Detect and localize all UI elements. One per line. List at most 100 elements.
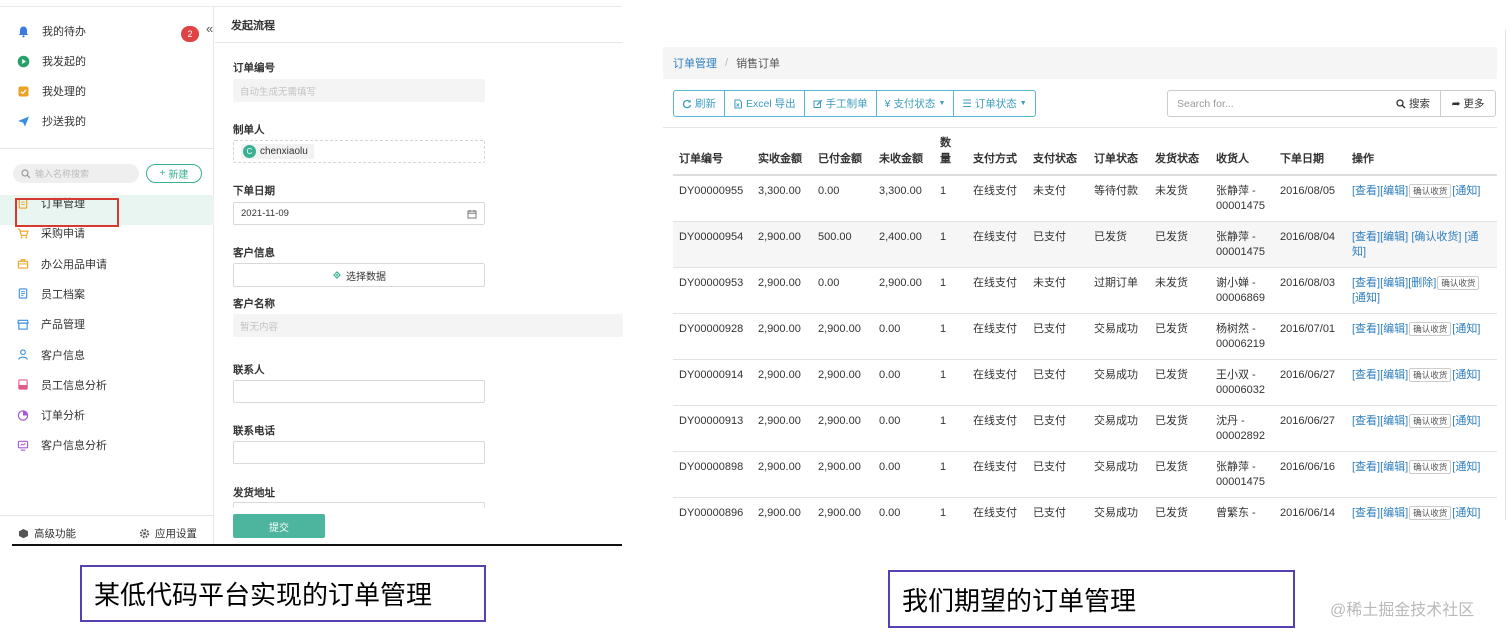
more-button[interactable]: ➦ 更多 bbox=[1440, 90, 1496, 117]
search-button[interactable]: 搜索 bbox=[1386, 90, 1441, 117]
pie-icon bbox=[17, 409, 29, 421]
app-settings-label: 应用设置 bbox=[155, 528, 197, 540]
cell-actions: [查看][编辑] 确认收货 [通知] bbox=[1346, 496, 1497, 543]
confirm-receipt-button[interactable]: 确认收货 bbox=[1437, 275, 1480, 290]
share-arrow-icon: ➦ bbox=[1451, 97, 1461, 110]
nav-item-2[interactable]: 我发起的 bbox=[16, 50, 86, 72]
edit-link[interactable]: [编辑] bbox=[1380, 231, 1408, 243]
submit-button[interactable]: 提交 bbox=[233, 514, 325, 538]
notify-link[interactable]: [通知] bbox=[1452, 461, 1480, 473]
edit-link[interactable]: [编辑] bbox=[1380, 277, 1408, 289]
order-search-input[interactable]: Search for... bbox=[1167, 90, 1387, 117]
cell-id: DY00000955 bbox=[673, 174, 752, 221]
notify-link[interactable]: [通知] bbox=[1452, 185, 1480, 197]
view-link[interactable]: [查看] bbox=[1352, 415, 1380, 427]
menu-item-8[interactable]: 订单分析 bbox=[17, 404, 213, 426]
advanced-features-button[interactable]: 高级功能 bbox=[18, 526, 76, 541]
view-link[interactable]: [查看] bbox=[1352, 369, 1380, 381]
cell-receiver: 曾繁东 - bbox=[1210, 496, 1274, 543]
nav-item-1[interactable]: 我的待办 bbox=[16, 20, 86, 42]
view-link[interactable]: [查看] bbox=[1352, 231, 1380, 243]
menu-search-input[interactable]: 输入名称搜索 bbox=[13, 164, 139, 183]
cell-unpaid: 0.00 bbox=[873, 358, 934, 405]
cell-status: 已发货 bbox=[1088, 220, 1149, 267]
refresh-button[interactable]: 刷新 bbox=[673, 90, 725, 117]
table-row: DY00000953 2,900.00 0.00 2,900.00 1 在线支付 未支付 过期… bbox=[673, 266, 1497, 313]
cell-status: 交易成功 bbox=[1088, 496, 1149, 543]
menu-item-3[interactable]: 办公用品申请 bbox=[17, 253, 213, 275]
confirm-receipt-button[interactable]: 确认收货 bbox=[1409, 413, 1452, 428]
cell-date: 2016/06/27 bbox=[1274, 404, 1346, 451]
view-link[interactable]: [查看] bbox=[1352, 461, 1380, 473]
edit-link[interactable]: [编辑] bbox=[1380, 323, 1408, 335]
cell-method: 在线支付 bbox=[967, 174, 1027, 221]
nav-item-4[interactable]: 抄送我的 bbox=[16, 110, 86, 132]
order-date-field[interactable]: 2021-11-09 bbox=[233, 202, 485, 225]
menu-item-4[interactable]: 员工档案 bbox=[17, 283, 213, 305]
refresh-icon bbox=[682, 99, 692, 108]
nav-item-3[interactable]: 我处理的 bbox=[16, 80, 86, 102]
breadcrumb-sales-orders: 销售订单 bbox=[736, 58, 781, 70]
confirm-receipt-button[interactable]: 确认收货 bbox=[1409, 367, 1452, 382]
cell-received: 2,900.00 bbox=[752, 404, 812, 451]
expected-order-app: 订单管理 / 销售订单 刷新 Excel 导出 手工制单 ¥ 支付状态 ▼ ☰ … bbox=[663, 47, 1512, 543]
cell-actions: [查看][编辑] 确认收货 [通知] bbox=[1346, 174, 1497, 221]
new-button[interactable]: + 新建 bbox=[146, 164, 202, 183]
menu-item-label: 订单分析 bbox=[41, 410, 85, 423]
view-link[interactable]: [查看] bbox=[1352, 185, 1380, 197]
cell-qty: 1 bbox=[934, 450, 967, 497]
confirm-receipt-button[interactable]: 确认收货 bbox=[1409, 321, 1452, 336]
confirm-receipt-button[interactable]: 确认收货 bbox=[1409, 184, 1452, 198]
confirm-receipt-link[interactable]: [确认收货] bbox=[1411, 231, 1461, 243]
calendar-icon bbox=[467, 209, 477, 218]
cell-receiver: 张静萍 - 00001475 bbox=[1210, 220, 1274, 267]
select-data-button[interactable]: 选择数据 bbox=[233, 263, 485, 287]
menu-item-9[interactable]: 客户信息分析 bbox=[17, 434, 213, 456]
edit-link[interactable]: [编辑] bbox=[1380, 369, 1408, 381]
manual-order-button[interactable]: 手工制单 bbox=[804, 90, 877, 117]
excel-export-button[interactable]: Excel 导出 bbox=[725, 90, 805, 117]
delete-link[interactable]: [删除] bbox=[1408, 277, 1436, 289]
contact-input[interactable] bbox=[233, 380, 485, 403]
notify-link[interactable]: [通知] bbox=[1452, 323, 1480, 335]
cell-receiver: 张静萍 - 00001475 bbox=[1210, 450, 1274, 497]
menu-item-7[interactable]: 员工信息分析 bbox=[17, 374, 213, 396]
edit-link[interactable]: [编辑] bbox=[1380, 461, 1408, 473]
phone-input[interactable] bbox=[233, 441, 485, 464]
view-link[interactable]: [查看] bbox=[1352, 323, 1380, 335]
notify-link[interactable]: [通知] bbox=[1352, 292, 1380, 304]
order-status-dropdown[interactable]: ☰ 订单状态 ▼ bbox=[954, 90, 1036, 117]
breadcrumb-order-management[interactable]: 订单管理 bbox=[673, 55, 717, 71]
cell-qty: 1 bbox=[934, 358, 967, 405]
edit-link[interactable]: [编辑] bbox=[1380, 507, 1408, 519]
column-header: 数量 bbox=[934, 133, 967, 176]
order-no-label: 订单编号 bbox=[233, 62, 275, 74]
creator-field[interactable]: C chenxiaolu bbox=[233, 140, 485, 163]
cell-pay: 已支付 bbox=[1027, 496, 1088, 543]
nav-item-label: 抄送我的 bbox=[42, 116, 86, 128]
cell-receiver: 谢小婵 - 00006869 bbox=[1210, 266, 1274, 313]
notify-link[interactable]: [通知] bbox=[1452, 507, 1480, 519]
view-link[interactable]: [查看] bbox=[1352, 277, 1380, 289]
pay-status-dropdown[interactable]: ¥ 支付状态 ▼ bbox=[876, 90, 955, 117]
creator-avatar: C bbox=[243, 145, 256, 158]
notify-link[interactable]: [通知] bbox=[1452, 415, 1480, 427]
menu-item-label: 客户信息 bbox=[41, 349, 85, 362]
view-link[interactable]: [查看] bbox=[1352, 507, 1380, 519]
app-settings-button[interactable]: 应用设置 bbox=[139, 526, 197, 541]
menu-item-6[interactable]: 客户信息 bbox=[17, 344, 213, 366]
address-input[interactable] bbox=[233, 502, 485, 508]
notify-link[interactable]: [通知] bbox=[1452, 369, 1480, 381]
edit-link[interactable]: [编辑] bbox=[1380, 185, 1408, 197]
table-row: DY00000913 2,900.00 2,900.00 0.00 1 在线支付 已支付 交易… bbox=[673, 404, 1497, 451]
menu-item-label: 采购申请 bbox=[41, 228, 85, 241]
confirm-receipt-button[interactable]: 确认收货 bbox=[1409, 505, 1452, 520]
cell-unpaid: 0.00 bbox=[873, 496, 934, 543]
cell-date: 2016/06/27 bbox=[1274, 358, 1346, 405]
cell-qty: 1 bbox=[934, 266, 967, 313]
cell-paid: 2,900.00 bbox=[812, 450, 873, 497]
collapse-sidebar-icon[interactable]: « bbox=[206, 21, 213, 36]
edit-link[interactable]: [编辑] bbox=[1380, 415, 1408, 427]
menu-item-5[interactable]: 产品管理 bbox=[17, 313, 213, 335]
confirm-receipt-button[interactable]: 确认收货 bbox=[1409, 459, 1452, 474]
